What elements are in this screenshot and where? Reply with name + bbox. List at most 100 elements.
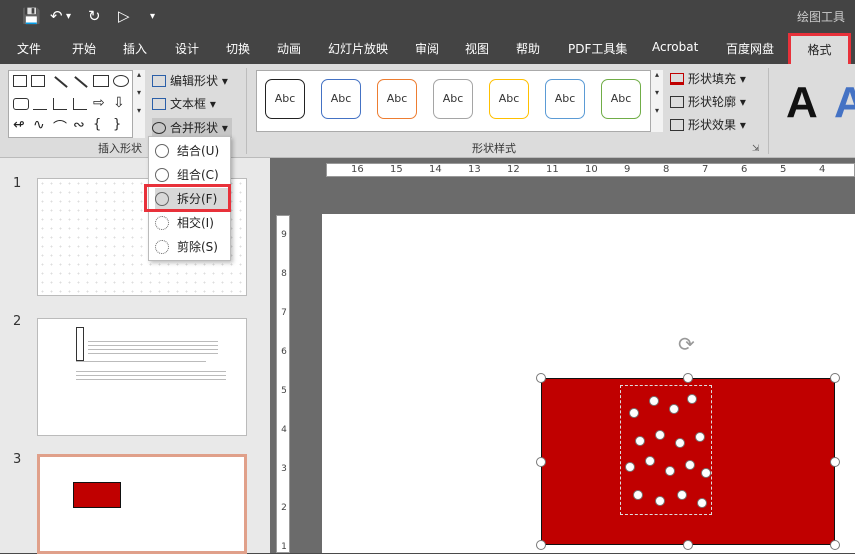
undo-icon[interactable]: ↶: [50, 7, 63, 25]
tab-design[interactable]: 设计: [175, 40, 199, 57]
tab-help[interactable]: 帮助: [516, 40, 540, 57]
fragment-handle[interactable]: [677, 490, 687, 500]
undo-dropdown-icon[interactable]: ▾: [66, 11, 71, 22]
tab-view[interactable]: 视图: [465, 40, 489, 57]
insert-shapes-group-label: 插入形状: [98, 142, 142, 155]
resize-handle[interactable]: [536, 540, 546, 550]
line-shape-icon[interactable]: [54, 76, 68, 88]
fragment-handle[interactable]: [675, 438, 685, 448]
tab-file[interactable]: 文件: [17, 40, 41, 57]
thumbnail-red-shape: [73, 482, 121, 508]
fragment-handle[interactable]: [655, 496, 665, 506]
resize-handle[interactable]: [830, 457, 840, 467]
save-icon[interactable]: 💾: [22, 7, 41, 25]
freeform-shape-icon[interactable]: ↫: [13, 117, 25, 133]
right-arrow-shape-icon[interactable]: ⇨: [93, 95, 105, 111]
fragment-handle[interactable]: [695, 432, 705, 442]
elbow-arrow-connector-shape-icon[interactable]: [73, 98, 87, 110]
arc-shape-icon[interactable]: ⌒: [53, 117, 67, 137]
ruler-label: 5: [780, 164, 787, 175]
style-preset-2[interactable]: Abc: [321, 79, 361, 119]
shape-gallery[interactable]: ⇨ ⇩ ↫ ∿ ⌒ ∾ { }: [8, 70, 144, 138]
style-preset-3[interactable]: Abc: [377, 79, 417, 119]
rotate-handle-icon[interactable]: ⟳: [678, 332, 695, 356]
fragment-handle[interactable]: [633, 490, 643, 500]
edit-shape-button[interactable]: 编辑形状 ▾: [152, 72, 228, 89]
right-brace-shape-icon[interactable]: }: [113, 117, 121, 132]
group-separator: [246, 68, 247, 154]
scribble-shape-icon[interactable]: ∿: [33, 117, 45, 133]
fragment-handle[interactable]: [685, 460, 695, 470]
fragment-handle[interactable]: [649, 396, 659, 406]
customize-toolbar-icon[interactable]: ▾: [150, 11, 155, 22]
redo-icon[interactable]: ↻: [88, 7, 101, 25]
shape-effects-button[interactable]: 形状效果 ▾: [670, 116, 746, 133]
tab-transitions[interactable]: 切换: [226, 40, 250, 57]
slide-thumbnail-2[interactable]: [37, 318, 247, 436]
left-brace-shape-icon[interactable]: {: [93, 117, 101, 132]
menu-item-subtract[interactable]: 剪除(S): [155, 236, 228, 258]
curve-shape-icon[interactable]: ∾: [73, 117, 85, 133]
style-preset-1[interactable]: Abc: [265, 79, 305, 119]
fragment-handle[interactable]: [625, 462, 635, 472]
menu-item-intersect[interactable]: 相交(I): [155, 212, 228, 234]
wordart-style-blue[interactable]: A: [834, 78, 855, 128]
fragment-handle[interactable]: [645, 456, 655, 466]
ruler-label: 8: [281, 269, 287, 279]
tab-home[interactable]: 开始: [72, 40, 96, 57]
vertical-textbox-shape-icon[interactable]: [31, 75, 45, 87]
resize-handle[interactable]: [536, 457, 546, 467]
fragment-handle[interactable]: [655, 430, 665, 440]
resize-handle[interactable]: [830, 373, 840, 383]
shape-fill-button[interactable]: 形状填充 ▾: [670, 70, 746, 87]
style-preset-5[interactable]: Abc: [489, 79, 529, 119]
triangle-shape-icon[interactable]: [33, 98, 47, 110]
resize-handle[interactable]: [536, 373, 546, 383]
textbox-shape-icon[interactable]: [13, 75, 27, 87]
style-preset-4[interactable]: Abc: [433, 79, 473, 119]
fragment-selection-cluster[interactable]: [620, 385, 712, 515]
shape-gallery-scroll[interactable]: ▴ ▾ ▾: [132, 70, 145, 138]
tab-format[interactable]: 格式: [788, 33, 851, 67]
fragment-handle[interactable]: [635, 436, 645, 446]
resize-handle[interactable]: [683, 373, 693, 383]
resize-handle[interactable]: [830, 540, 840, 550]
text-box-icon: [152, 98, 166, 110]
start-slideshow-icon[interactable]: ▷: [118, 7, 130, 25]
elbow-connector-shape-icon[interactable]: [53, 98, 67, 110]
oval-shape-icon[interactable]: [113, 75, 129, 87]
fragment-handle[interactable]: [669, 404, 679, 414]
fragment-handle[interactable]: [665, 466, 675, 476]
tab-insert[interactable]: 插入: [123, 40, 147, 57]
merge-shapes-button[interactable]: 合并形状 ▾: [152, 118, 232, 138]
thumbnail-text-lines: [76, 361, 206, 365]
down-arrow-shape-icon[interactable]: ⇩: [113, 95, 125, 111]
shape-style-gallery[interactable]: Abc Abc Abc Abc Abc Abc Abc: [256, 70, 652, 132]
fragment-handle[interactable]: [629, 408, 639, 418]
tab-review[interactable]: 审阅: [415, 40, 439, 57]
ruler-label: 7: [281, 308, 287, 318]
fragment-handle[interactable]: [687, 394, 697, 404]
resize-handle[interactable]: [683, 540, 693, 550]
wordart-style-black[interactable]: A: [786, 78, 818, 128]
style-gallery-scroll[interactable]: ▴ ▾ ▾: [650, 70, 663, 132]
tab-pdf-tools[interactable]: PDF工具集: [568, 40, 627, 57]
fragment-handle[interactable]: [697, 498, 707, 508]
rounded-rectangle-shape-icon[interactable]: [13, 98, 29, 110]
style-preset-6[interactable]: Abc: [545, 79, 585, 119]
tab-baidu-netdisk[interactable]: 百度网盘: [726, 40, 774, 57]
ruler-label: 6: [281, 347, 287, 357]
tab-animations[interactable]: 动画: [277, 40, 301, 57]
fragment-handle[interactable]: [701, 468, 711, 478]
rectangle-shape-icon[interactable]: [93, 75, 109, 87]
tab-slideshow[interactable]: 幻灯片放映: [328, 40, 388, 57]
menu-item-union[interactable]: 结合(U): [155, 140, 228, 162]
slide-thumbnail-3-selected[interactable]: [37, 454, 247, 554]
style-preset-7[interactable]: Abc: [601, 79, 641, 119]
menu-item-combine[interactable]: 组合(C): [155, 164, 228, 186]
shape-outline-button[interactable]: 形状轮廓 ▾: [670, 93, 746, 110]
dialog-launcher-icon[interactable]: ⇲: [752, 144, 760, 154]
text-box-button[interactable]: 文本框 ▾: [152, 95, 216, 112]
tab-acrobat[interactable]: Acrobat: [652, 40, 698, 54]
arrow-line-shape-icon[interactable]: [74, 76, 88, 88]
